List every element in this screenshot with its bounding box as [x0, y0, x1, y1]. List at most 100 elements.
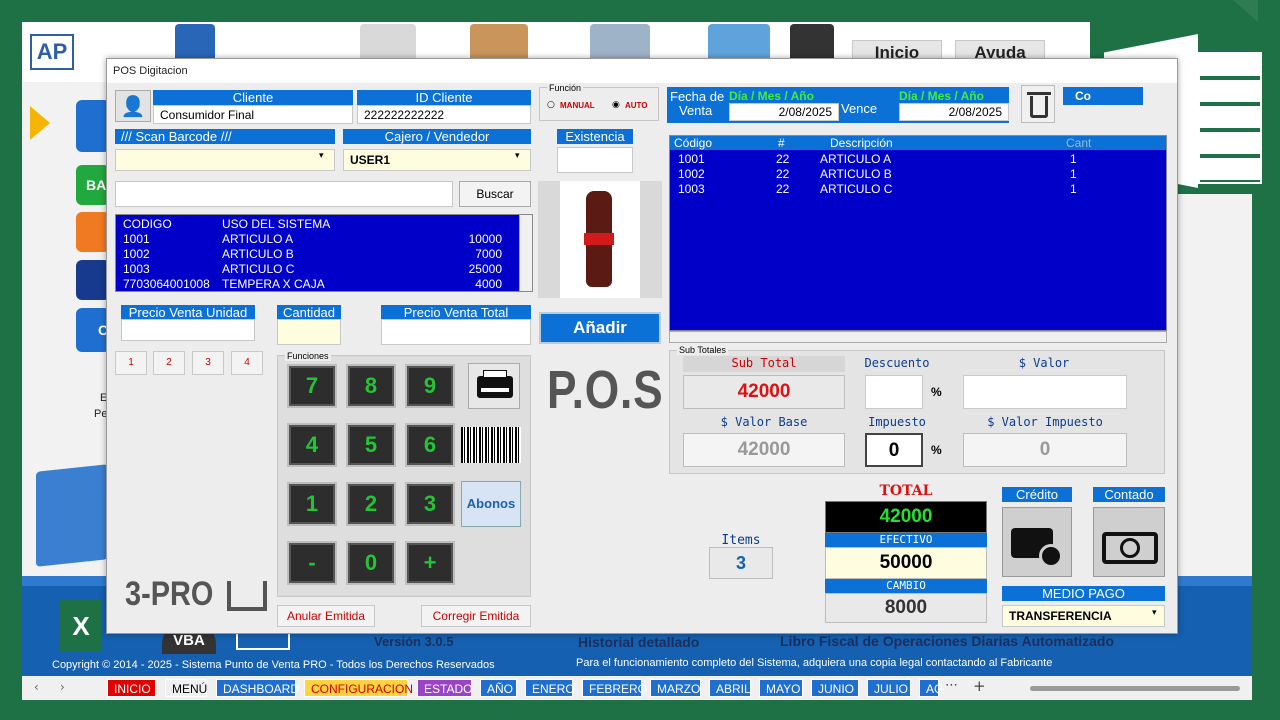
total-value: 42000	[825, 501, 987, 533]
tab-scroll-left-icon[interactable]: ‹	[34, 680, 39, 694]
product-list-item[interactable]: 1002 ARTICULO B 7000	[116, 247, 516, 262]
keypad-key[interactable]: +	[405, 541, 455, 585]
sale-table-row[interactable]: 1001 22 ARTICULO A 1	[670, 152, 1166, 167]
sheet-tab[interactable]: INICIO	[107, 679, 156, 697]
keypad-key[interactable]: 9	[405, 364, 455, 408]
product-list-item[interactable]: 1003 ARTICULO C 25000	[116, 262, 516, 277]
sheet-tab[interactable]: ABRIL	[709, 679, 751, 697]
descuento-field[interactable]	[865, 375, 923, 409]
sale-desc: ARTICULO A	[820, 152, 892, 166]
precio-total-field[interactable]	[381, 319, 531, 345]
sheet-tab[interactable]: FEBRERO	[582, 679, 647, 697]
valor-field[interactable]	[963, 375, 1127, 409]
side-button-ba[interactable]: BA	[76, 165, 110, 205]
credito-button[interactable]	[1002, 507, 1072, 577]
sale-code: 1003	[678, 182, 705, 196]
side-button-navy[interactable]	[76, 260, 110, 300]
side-button-orange[interactable]	[76, 212, 110, 252]
sheet-tab[interactable]: ESTADO	[417, 679, 472, 697]
tab-scroll-right-icon[interactable]: ›	[60, 680, 65, 694]
product-list-item[interactable]: CODIGO USO DEL SISTEMA	[116, 217, 516, 232]
product-code: 1001	[123, 232, 150, 246]
sheet-tab[interactable]: JULIO	[867, 679, 911, 697]
venta-date-field[interactable]: 2/08/2025	[729, 103, 839, 121]
sale-code: 1002	[678, 167, 705, 181]
sheet-tab[interactable]: JUNIO	[811, 679, 859, 697]
sale-num: 22	[776, 167, 790, 181]
medio-pago-chevron-down-icon[interactable]: ▾	[1152, 608, 1157, 618]
product-list-item[interactable]: 7703064001008 TEMPERA X CAJA 4000	[116, 277, 516, 292]
cantidad-field[interactable]	[277, 319, 341, 345]
efectivo-field[interactable]: 50000	[825, 547, 987, 579]
sale-table-row[interactable]: 1002 22 ARTICULO B 1	[670, 167, 1166, 182]
quick-button-1[interactable]: 1	[115, 351, 147, 375]
sheet-tab[interactable]: CONFIGURACION	[304, 679, 413, 697]
product-desc: ARTICULO B	[222, 247, 294, 261]
bottle-label	[584, 233, 614, 245]
keypad-key[interactable]: 2	[346, 482, 396, 526]
product-price: 25000	[468, 262, 502, 276]
impuesto-field[interactable]: 0	[865, 433, 923, 467]
scan-chevron-down-icon[interactable]: ▾	[319, 151, 324, 161]
product-list-item[interactable]: 1001 ARTICULO A 10000	[116, 232, 516, 247]
fecha-format-venta: Día / Mes / Año	[729, 89, 814, 103]
scan-dropdown[interactable]	[115, 149, 335, 171]
keypad-key[interactable]: 4	[287, 423, 337, 467]
side-button-c[interactable]: C	[76, 308, 110, 352]
buscar-button[interactable]: Buscar	[459, 181, 531, 207]
col-num: #	[778, 136, 785, 150]
auto-radio-icon[interactable]: ◉	[612, 100, 620, 110]
keypad-key[interactable]: -	[287, 541, 337, 585]
cliente-field[interactable]: Consumidor Final	[153, 105, 353, 124]
quick-button-2[interactable]: 2	[153, 351, 185, 375]
more-tabs-icon[interactable]: ⋯	[945, 678, 958, 693]
existencia-field[interactable]	[557, 147, 633, 173]
keypad-key[interactable]: 1	[287, 482, 337, 526]
contado-button[interactable]	[1093, 507, 1165, 577]
sheet-tab[interactable]: ENERO	[525, 679, 575, 697]
precio-unidad-field[interactable]	[121, 319, 255, 341]
sheet-tab[interactable]: DASHBOARD	[216, 679, 299, 697]
sale-table-scrollbar[interactable]	[669, 331, 1167, 343]
trash-icon[interactable]	[1021, 85, 1055, 123]
funciones-label: Funciones	[285, 351, 331, 361]
corregir-button[interactable]: Corregir Emitida	[421, 605, 531, 627]
anadir-button[interactable]: Añadir	[539, 312, 661, 344]
keypad-key[interactable]: 6	[405, 423, 455, 467]
sale-num: 22	[776, 182, 790, 196]
side-button-1[interactable]	[76, 100, 110, 152]
search-input[interactable]	[115, 181, 453, 207]
anular-button[interactable]: Anular Emitida	[277, 605, 375, 627]
quick-button-4[interactable]: 4	[231, 351, 263, 375]
product-list-scrollbar[interactable]	[519, 215, 532, 291]
abonos-button[interactable]: Abonos	[461, 481, 521, 527]
cajero-chevron-down-icon[interactable]: ▾	[515, 151, 520, 161]
sheet-tab[interactable]: AG	[919, 679, 943, 697]
manual-radio-icon[interactable]: ○	[547, 100, 555, 110]
doc-icon	[236, 634, 290, 650]
sale-table[interactable]: Código # Descripción Cant 1001 22 ARTICULO…	[669, 135, 1167, 331]
keypad-key[interactable]: 3	[405, 482, 455, 526]
sheet-tab[interactable]: MARZO	[650, 679, 701, 697]
sheet-tab[interactable]: MAYO	[759, 679, 803, 697]
medio-pago-label: MEDIO PAGO	[1002, 586, 1165, 601]
add-sheet-icon[interactable]: +	[973, 677, 986, 695]
customer-icon[interactable]: 👤	[115, 90, 151, 122]
medio-pago-dropdown[interactable]: TRANSFERENCIA	[1002, 605, 1165, 627]
product-list[interactable]: CODIGO USO DEL SISTEMA 1001 ARTICULO A 10000…	[115, 214, 533, 292]
sheet-tab[interactable]: MENÚ	[165, 679, 207, 697]
id-cliente-field[interactable]: 222222222222	[357, 105, 531, 124]
cajero-dropdown[interactable]: USER1	[343, 149, 531, 171]
sheet-tab[interactable]: AÑO	[480, 679, 517, 697]
keypad-key[interactable]: 5	[346, 423, 396, 467]
keypad-key[interactable]: 0	[346, 541, 396, 585]
printer-icon[interactable]	[468, 363, 520, 409]
horizontal-scrollbar[interactable]	[1030, 686, 1240, 691]
quick-button-3[interactable]: 3	[192, 351, 224, 375]
keypad-key[interactable]: 8	[346, 364, 396, 408]
keypad-key[interactable]: 7	[287, 364, 337, 408]
cantidad-label: Cantidad	[277, 305, 341, 320]
vence-date-field[interactable]: 2/08/2025	[899, 103, 1009, 121]
sale-table-row[interactable]: 1003 22 ARTICULO C 1	[670, 182, 1166, 197]
barcode-icon[interactable]	[461, 427, 521, 463]
